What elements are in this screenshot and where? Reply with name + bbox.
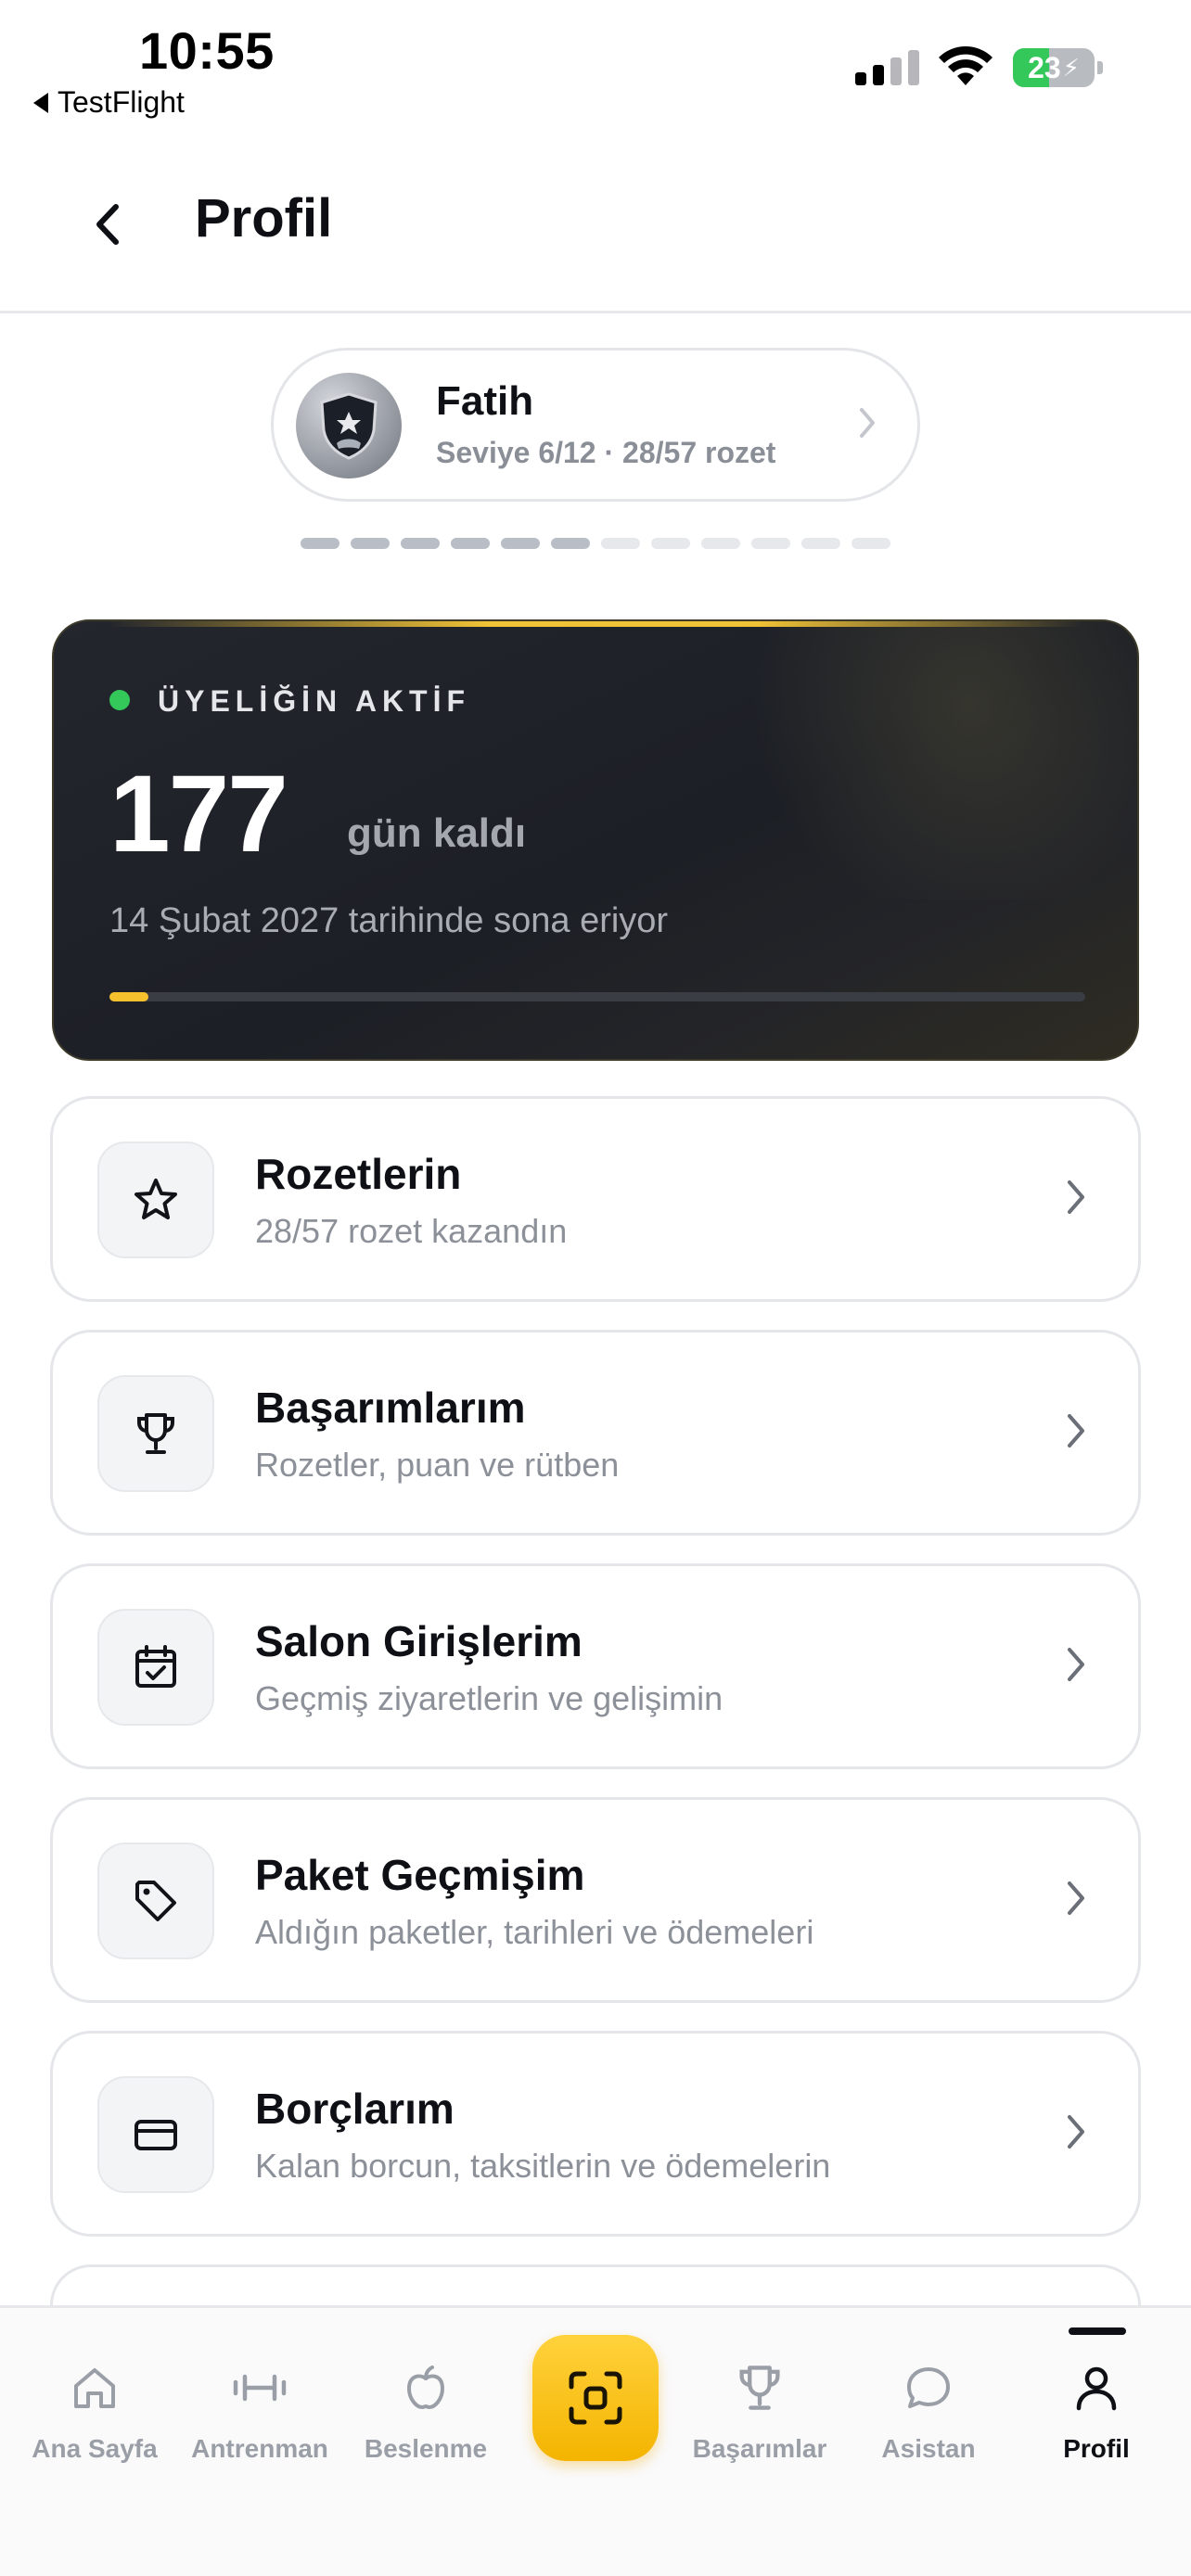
chevron-right-icon <box>1068 1881 1084 1915</box>
menu-icon-box <box>97 1609 214 1726</box>
page-header: Profil <box>0 148 1191 313</box>
level-dot <box>351 538 390 549</box>
back-to-app-link[interactable]: TestFlight <box>33 85 185 120</box>
tab-home[interactable]: Ana Sayfa <box>11 2358 178 2488</box>
menu-item-title: Borçlarım <box>255 2085 455 2133</box>
level-dot <box>401 538 440 549</box>
membership-card: ÜYELİĞİN AKTİF 177 gün kaldı 14 Şubat 20… <box>52 619 1139 1061</box>
status-bar: 10:55 TestFlight 23 ⚡ <box>0 0 1191 130</box>
calendar-check-icon <box>135 1645 176 1688</box>
level-dot <box>801 538 840 549</box>
membership-status-label: ÜYELİĞİN AKTİF <box>158 684 471 718</box>
menu-item-subtitle: Kalan borcun, taksitlerin ve ödemelerin <box>255 2147 831 2185</box>
back-app-label: TestFlight <box>58 85 185 119</box>
tab-assistant[interactable]: Asistan <box>845 2358 1012 2488</box>
profile-level-pill[interactable]: Fatih Seviye 6/12 · 28/57 rozet <box>271 348 920 502</box>
level-dot <box>852 538 890 549</box>
trophy-icon <box>137 1413 174 1454</box>
card-accent-line <box>54 621 1137 627</box>
chevron-right-icon <box>860 408 875 438</box>
chevron-right-icon <box>1068 1414 1084 1447</box>
menu-item-achievements[interactable]: Başarımlarım Rozetler, puan ve rütben <box>50 1330 1141 1536</box>
level-dot <box>651 538 690 549</box>
tab-achievements[interactable]: Başarımlar <box>676 2358 843 2488</box>
page-title: Profil <box>195 188 333 249</box>
chevron-left-icon <box>96 204 119 245</box>
cellular-signal-icon <box>855 48 919 85</box>
tab-label: Asistan <box>881 2434 976 2463</box>
level-dot <box>701 538 740 549</box>
user-icon <box>1076 2366 1117 2411</box>
home-icon <box>74 2368 115 2408</box>
profile-level-text: Seviye 6/12 · 28/57 rozet <box>436 436 776 469</box>
menu-item-title: Rozetlerin <box>255 1150 462 1198</box>
battery-cap <box>1097 61 1103 74</box>
membership-progress-bar <box>109 992 149 1001</box>
tab-label: Beslenme <box>364 2434 488 2463</box>
level-dot <box>501 538 540 549</box>
level-dot <box>301 538 339 549</box>
dumbbell-icon <box>233 2374 287 2402</box>
days-left-number: 177 <box>109 753 288 875</box>
menu-item-package-history[interactable]: Paket Geçmişim Aldığın paketler, tarihle… <box>50 1797 1141 2003</box>
menu-item-badges[interactable]: Rozetlerin 28/57 rozet kazandın <box>50 1096 1141 1302</box>
menu-item-title: Salon Girişlerim <box>255 1617 583 1665</box>
battery-icon: 23 ⚡ <box>1013 48 1095 87</box>
shield-badge-icon <box>320 392 378 460</box>
tab-label: Antrenman <box>191 2434 328 2463</box>
menu-icon-box <box>97 2076 214 2193</box>
chat-icon <box>907 2367 950 2408</box>
menu-item-title: Paket Geçmişim <box>255 1851 585 1899</box>
back-button[interactable] <box>80 197 135 252</box>
level-dot <box>551 538 590 549</box>
active-tab-indicator <box>1069 2327 1126 2335</box>
tab-nutrition[interactable]: Beslenme <box>342 2358 509 2488</box>
active-status-dot <box>109 690 130 710</box>
chevron-right-icon <box>1068 1648 1084 1681</box>
menu-item-subtitle: 28/57 rozet kazandın <box>255 1212 568 1250</box>
tab-label: Ana Sayfa <box>32 2434 158 2463</box>
membership-expiry-text: 14 Şubat 2027 tarihinde sona eriyor <box>109 901 669 940</box>
avatar <box>296 373 402 478</box>
battery-level: 23 <box>1028 50 1061 84</box>
level-dot <box>751 538 790 549</box>
menu-item-title: Başarımlarım <box>255 1384 526 1432</box>
menu-icon-box <box>97 1141 214 1258</box>
menu-item-subtitle: Rozetler, puan ve rütben <box>255 1446 620 1484</box>
status-time: 10:55 <box>139 21 275 80</box>
tab-label: Profil <box>1063 2434 1130 2463</box>
menu-icon-box <box>97 1843 214 1959</box>
tab-label: Başarımlar <box>692 2434 827 2463</box>
level-progress-dots <box>301 538 890 549</box>
tab-workout[interactable]: Antrenman <box>176 2358 343 2488</box>
scan-icon <box>569 2371 622 2425</box>
level-dot <box>601 538 640 549</box>
credit-card-icon <box>134 2120 177 2150</box>
menu-item-gym-visits[interactable]: Salon Girişlerim Geçmiş ziyaretlerin ve … <box>50 1563 1141 1769</box>
profile-name: Fatih <box>436 378 534 424</box>
tab-profile[interactable]: Profil <box>1013 2358 1180 2488</box>
menu-icon-box <box>97 1375 214 1492</box>
days-left-unit: gün kaldı <box>347 810 527 856</box>
chevron-right-icon <box>1068 2115 1084 2149</box>
level-dot <box>451 538 490 549</box>
back-triangle-icon <box>33 92 48 113</box>
scan-qr-button[interactable] <box>532 2335 659 2461</box>
trophy-icon <box>739 2366 780 2410</box>
wifi-icon <box>939 46 992 85</box>
menu-item-subtitle: Aldığın paketler, tarihleri ve ödemeleri <box>255 1913 814 1951</box>
tag-icon <box>135 1881 176 1921</box>
membership-progress-track <box>109 992 1085 1001</box>
chevron-right-icon <box>1068 1180 1084 1214</box>
star-icon <box>134 1179 177 1219</box>
apple-icon <box>407 2366 444 2409</box>
menu-item-subtitle: Geçmiş ziyaretlerin ve gelişimin <box>255 1679 724 1717</box>
menu-item-debts[interactable]: Borçlarım Kalan borcun, taksitlerin ve ö… <box>50 2031 1141 2237</box>
